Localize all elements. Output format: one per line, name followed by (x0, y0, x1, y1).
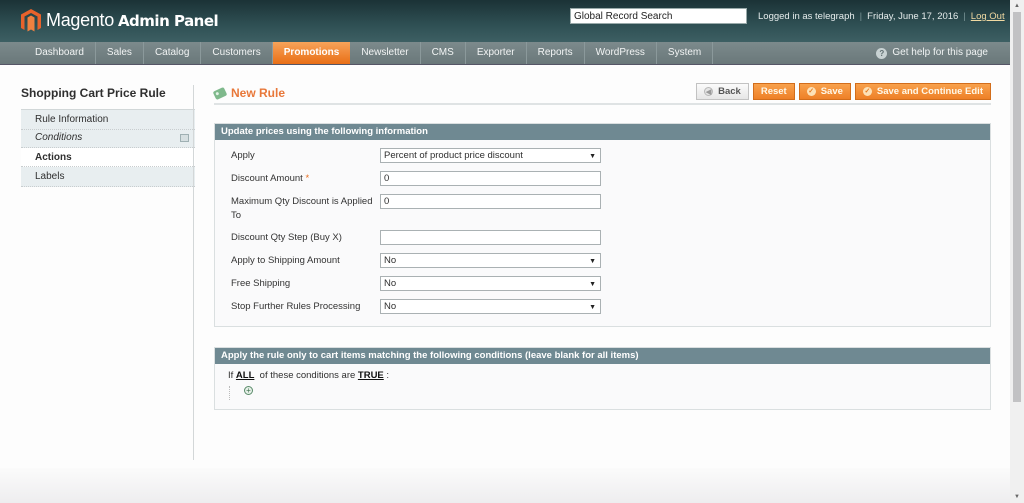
field-row-qty-step: Discount Qty Step (Buy X) (215, 228, 990, 251)
scroll-down-icon[interactable]: ▼ (1013, 493, 1021, 501)
sidebar-item-labels[interactable]: Labels (21, 167, 195, 187)
nav-wordpress[interactable]: WordPress (585, 42, 657, 64)
check-icon: ✓ (806, 87, 816, 96)
page-title: New Rule (212, 86, 286, 100)
date-text: Friday, June 17, 2016 (867, 11, 959, 22)
back-button[interactable]: ◀ Back (696, 83, 749, 100)
help-icon: ? (876, 47, 888, 59)
back-arrow-icon: ◀ (704, 87, 714, 96)
save-button[interactable]: ✓ Save (798, 83, 851, 100)
reset-label: Reset (760, 86, 787, 97)
check-icon: ✓ (862, 87, 872, 96)
apply-shipping-label: Apply to Shipping Amount (231, 255, 340, 266)
nav-promotions[interactable]: Promotions (272, 42, 351, 64)
apply-shipping-select[interactable]: No (380, 253, 601, 268)
cond-suffix: : (386, 370, 390, 381)
sidebar-item-actions[interactable]: Actions (21, 148, 195, 167)
logo-text: Magento Admin Panel (46, 9, 219, 31)
vertical-scrollbar[interactable]: ▲ ▼ (1010, 0, 1024, 503)
conditions-heading: Apply the rule only to cart items matchi… (215, 348, 990, 364)
global-search-input[interactable] (570, 8, 747, 24)
actions-form: Apply Percent of product price discount … (215, 140, 990, 326)
discount-amount-label-text: Discount Amount (231, 173, 303, 184)
max-qty-input[interactable]: 0 (380, 194, 601, 209)
sidebar-item-conditions[interactable]: Conditions (21, 130, 195, 148)
cond-prefix: If (228, 370, 234, 381)
scroll-thumb[interactable] (1013, 12, 1021, 402)
conditions-tree: + (229, 386, 977, 400)
cond-middle: of these conditions are (259, 370, 356, 381)
sidebar-item-label: Conditions (35, 132, 83, 143)
separator: | (859, 11, 863, 22)
discount-amount-label: Discount Amount * (215, 169, 380, 186)
free-shipping-label: Free Shipping (231, 278, 291, 289)
header-info: Logged in as telegraph | Friday, June 17… (758, 11, 1005, 22)
nav-catalog[interactable]: Catalog (144, 42, 202, 64)
apply-label: Apply (231, 150, 255, 161)
aggregator-toggle[interactable]: ALL (236, 370, 254, 381)
max-qty-label: Maximum Qty Discount is Applied To (231, 196, 373, 221)
field-row-discount-amount: Discount Amount * 0 (215, 169, 990, 192)
sidebar-title: Shopping Cart Price Rule (21, 85, 195, 110)
required-marker: * (305, 173, 310, 184)
field-row-stop-rules: Stop Further Rules Processing No (215, 297, 990, 320)
save-continue-label: Save and Continue Edit (876, 86, 983, 97)
save-continue-button[interactable]: ✓ Save and Continue Edit (854, 83, 991, 100)
magento-logo-icon (21, 9, 41, 32)
nav-dashboard[interactable]: Dashboard (24, 42, 96, 64)
header: MagentoAdmin Panel Logged in as telegrap… (0, 0, 1010, 42)
page-title-text: New Rule (231, 86, 286, 100)
save-label: Save (820, 86, 843, 97)
nav-newsletter[interactable]: Newsletter (350, 42, 421, 64)
separator: | (963, 11, 966, 22)
field-row-apply: Apply Percent of product price discount (215, 146, 990, 169)
nav-sales[interactable]: Sales (96, 42, 144, 64)
add-condition-icon[interactable]: + (244, 386, 253, 395)
value-toggle[interactable]: TRUE (358, 370, 384, 381)
qty-step-label: Discount Qty Step (Buy X) (231, 232, 342, 243)
nav-exporter[interactable]: Exporter (466, 42, 527, 64)
help-link[interactable]: ? Get help for this page (876, 42, 988, 64)
content-header: New Rule ◀ Back Reset ✓ Save ✓ Save and … (212, 80, 991, 105)
changed-icon (180, 134, 189, 142)
sidebar: Shopping Cart Price Rule Rule Informatio… (21, 85, 195, 187)
field-row-apply-shipping: Apply to Shipping Amount No (215, 251, 990, 274)
main-nav: Dashboard Sales Catalog Customers Promot… (0, 42, 1010, 65)
logged-in-text: Logged in as telegraph (758, 11, 855, 22)
logout-link[interactable]: Log Out (971, 11, 1005, 22)
conditions-fieldset: Apply the rule only to cart items matchi… (214, 347, 991, 410)
nav-customers[interactable]: Customers (201, 42, 273, 64)
scroll-up-icon[interactable]: ▲ (1013, 2, 1021, 10)
actions-heading: Update prices using the following inform… (215, 124, 990, 140)
footer (0, 468, 1010, 503)
sidebar-divider (193, 85, 194, 460)
field-row-free-shipping: Free Shipping No (215, 274, 990, 297)
reset-button[interactable]: Reset (752, 83, 795, 100)
stop-rules-label: Stop Further Rules Processing (231, 301, 361, 312)
actions-fieldset: Update prices using the following inform… (214, 123, 991, 327)
nav-cms[interactable]: CMS (421, 42, 466, 64)
free-shipping-select[interactable]: No (380, 276, 601, 291)
conditions-body: If ALL of these conditions are TRUE : + (215, 364, 990, 409)
back-label: Back (718, 86, 741, 97)
field-row-max-qty: Maximum Qty Discount is Applied To 0 (215, 192, 990, 228)
apply-select[interactable]: Percent of product price discount (380, 148, 601, 163)
main-content: New Rule ◀ Back Reset ✓ Save ✓ Save and … (212, 80, 991, 410)
price-tag-icon (212, 86, 228, 100)
qty-step-input[interactable] (380, 230, 601, 245)
button-bar: ◀ Back Reset ✓ Save ✓ Save and Continue … (696, 83, 991, 100)
help-text: Get help for this page (892, 47, 988, 58)
nav-reports[interactable]: Reports (527, 42, 585, 64)
logo[interactable]: Magento Admin Panel (20, 8, 219, 32)
stop-rules-select[interactable]: No (380, 299, 601, 314)
nav-system[interactable]: System (657, 42, 714, 64)
discount-amount-input[interactable]: 0 (380, 171, 601, 186)
sidebar-item-rule-information[interactable]: Rule Information (21, 110, 195, 130)
logo-subtitle: Admin Panel (117, 11, 219, 30)
logo-brand: Magento (46, 9, 114, 30)
